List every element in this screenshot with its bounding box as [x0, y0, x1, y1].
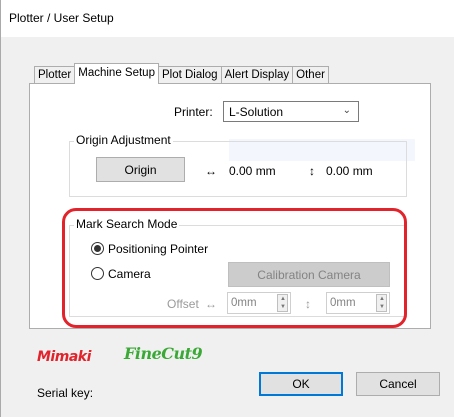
origin-y-value: 0.00 mm [326, 164, 373, 178]
mimaki-logo: Mimaki [37, 349, 91, 365]
horizontal-arrow-icon: ↔ [205, 164, 217, 178]
window-title: Plotter / User Setup [9, 11, 114, 25]
cancel-button[interactable]: Cancel [356, 372, 440, 396]
title-bar: Plotter / User Setup [1, 0, 454, 37]
tab-alert-display[interactable]: Alert Display [220, 66, 294, 84]
printer-label: Printer: [174, 105, 213, 119]
setup-dialog: Plotter / User Setup Plotter Machine Set… [0, 0, 454, 417]
chevron-down-icon: ⌄ [342, 105, 351, 116]
tab-other[interactable]: Other [292, 66, 329, 84]
tab-plotter[interactable]: Plotter [34, 66, 76, 84]
finecut-logo: FineCut9 [124, 344, 203, 363]
printer-select[interactable]: L-Solution ⌄ [223, 101, 359, 122]
tab-plot-dialog[interactable]: Plot Dialog [157, 66, 222, 84]
serial-key-label: Serial key: [37, 386, 94, 400]
printer-select-value: L-Solution [229, 105, 284, 119]
tab-strip: Plotter Machine Setup Plot Dialog Alert … [34, 63, 329, 84]
ok-button[interactable]: OK [259, 372, 343, 396]
tab-machine-setup[interactable]: Machine Setup [74, 63, 159, 84]
origin-adjustment-legend: Origin Adjustment [74, 133, 173, 147]
vertical-arrow-icon: ↕ [309, 164, 315, 178]
origin-x-value: 0.00 mm [229, 164, 276, 178]
mark-search-highlight [62, 208, 407, 328]
origin-button[interactable]: Origin [96, 157, 185, 182]
